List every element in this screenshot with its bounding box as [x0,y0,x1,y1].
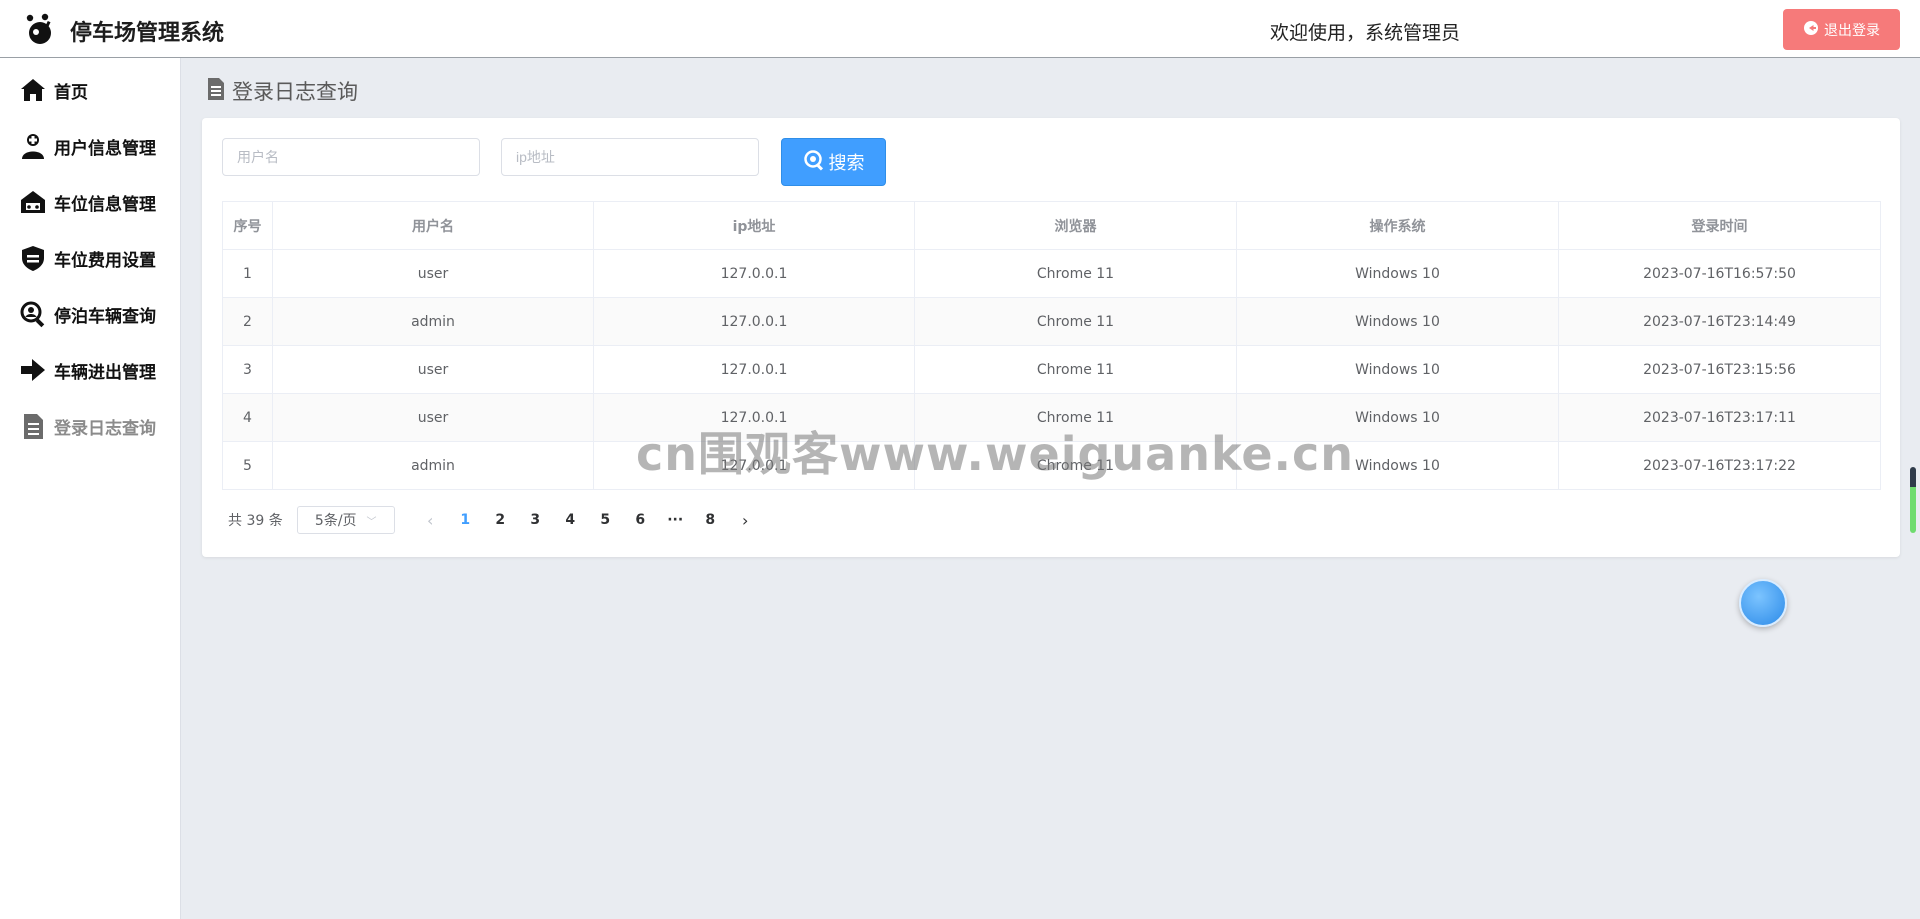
page-title: 登录日志查询 [232,80,358,104]
sidebar-item-home[interactable]: 首页 [0,70,181,110]
cell-login-time: 2023-07-16T23:15:56 [1558,345,1881,394]
sidebar: 首页 用户信息管理 车位信息管理 车位费用设置 停泊车辆查询 车辆进出管理 登录… [0,58,181,919]
cell-os: Windows 10 [1236,249,1559,298]
sidebar-item-label: 登录日志查询 [54,418,156,439]
column-header-browser: 浏览器 [914,201,1237,250]
sidebar-item-fee-settings[interactable]: 车位费用设置 [0,238,181,278]
cell-browser: Chrome 11 [914,345,1237,394]
cell-index: 5 [222,441,273,490]
document-icon [206,77,226,105]
ip-search-input[interactable] [501,138,759,176]
search-icon [803,149,825,176]
logo-icon [22,12,56,46]
cell-username: admin [272,297,594,346]
sidebar-item-user-management[interactable]: 用户信息管理 [0,126,181,166]
column-header-os: 操作系统 [1236,201,1559,250]
cell-username: user [272,249,594,298]
search-person-icon [18,299,48,329]
cell-browser: Chrome 11 [914,249,1237,298]
arrow-right-icon [18,355,48,385]
fee-shield-icon [18,243,48,273]
page-button-8[interactable]: 8 [693,512,728,528]
cell-os: Windows 10 [1236,345,1559,394]
cell-index: 2 [222,297,273,346]
cell-username: admin [272,441,594,490]
sidebar-item-vehicle-in-out[interactable]: 车辆进出管理 [0,350,181,390]
cell-browser: Chrome 11 [914,297,1237,346]
table-row: 3 user 127.0.0.1 Chrome 11 Windows 10 20… [222,345,1881,394]
column-header-ip: ip地址 [593,201,915,250]
prev-page-button[interactable]: ‹ [413,511,448,530]
page-ellipsis-button[interactable]: ··· [658,512,693,528]
floating-assistant-button[interactable] [1739,579,1787,627]
page-button-3[interactable]: 3 [518,512,553,528]
home-icon [18,75,48,105]
page-size-value: 5条/页 [314,513,357,529]
table-row: 1 user 127.0.0.1 Chrome 11 Windows 10 20… [222,249,1881,298]
column-header-username: 用户名 [272,201,594,250]
welcome-text: 欢迎使用，系统管理员 [1270,22,1461,44]
top-header: 停车场管理系统 欢迎使用，系统管理员 退出登录 [0,0,1920,58]
cell-login-time: 2023-07-16T23:17:11 [1558,393,1881,442]
cell-ip: 127.0.0.1 [593,297,915,346]
next-page-button[interactable]: › [728,511,763,530]
column-header-login-time: 登录时间 [1558,201,1881,250]
sidebar-item-label: 车位信息管理 [54,194,156,215]
app-title: 停车场管理系统 [70,21,225,46]
sidebar-item-label: 车位费用设置 [54,250,156,271]
table-row: 2 admin 127.0.0.1 Chrome 11 Windows 10 2… [222,297,1881,346]
cell-index: 3 [222,345,273,394]
search-button[interactable]: 搜索 [781,138,886,186]
sidebar-item-label: 首页 [54,82,88,103]
username-search-input[interactable] [222,138,480,176]
cell-login-time: 2023-07-16T23:17:22 [1558,441,1881,490]
page-button-1[interactable]: 1 [448,512,483,528]
cell-index: 4 [222,393,273,442]
pagination-total: 共 39 条 [228,513,283,529]
page-button-2[interactable]: 2 [483,512,518,528]
logout-label: 退出登录 [1824,22,1880,39]
document-icon [18,411,48,441]
pagination: 共 39 条 5条/页 ﹀ ‹ 1 2 3 4 5 6 ··· 8 › [228,506,763,534]
sidebar-item-login-log[interactable]: 登录日志查询 [0,406,181,446]
table-header-row: 序号 用户名 ip地址 浏览器 操作系统 登录时间 [222,201,1881,250]
cell-username: user [272,393,594,442]
watermark-text: cn围观客www.weiguanke.cn [636,427,1355,481]
garage-icon [18,187,48,217]
cell-login-time: 2023-07-16T16:57:50 [1558,249,1881,298]
page-size-select[interactable]: 5条/页 ﹀ [296,506,395,534]
scroll-indicator[interactable] [1910,467,1916,533]
user-plus-icon [18,131,48,161]
cell-os: Windows 10 [1236,297,1559,346]
cell-index: 1 [222,249,273,298]
cell-login-time: 2023-07-16T23:14:49 [1558,297,1881,346]
logout-icon [1803,20,1819,40]
column-header-index: 序号 [222,201,273,250]
cell-ip: 127.0.0.1 [593,345,915,394]
sidebar-item-label: 用户信息管理 [54,138,156,159]
search-button-label: 搜索 [828,153,865,174]
logout-button[interactable]: 退出登录 [1783,9,1900,50]
cell-ip: 127.0.0.1 [593,249,915,298]
cell-username: user [272,345,594,394]
sidebar-item-label: 停泊车辆查询 [54,306,156,327]
page-button-6[interactable]: 6 [623,512,658,528]
sidebar-item-parking-space[interactable]: 车位信息管理 [0,182,181,222]
log-card: 搜索 序号 用户名 ip地址 浏览器 操作系统 登录时间 1 user 127.… [202,118,1900,557]
sidebar-item-parked-vehicles[interactable]: 停泊车辆查询 [0,294,181,334]
page-button-5[interactable]: 5 [588,512,623,528]
chevron-down-icon: ﹀ [366,516,377,528]
page-button-4[interactable]: 4 [553,512,588,528]
sidebar-item-label: 车辆进出管理 [54,362,156,383]
page-heading: 登录日志查询 [206,76,358,106]
